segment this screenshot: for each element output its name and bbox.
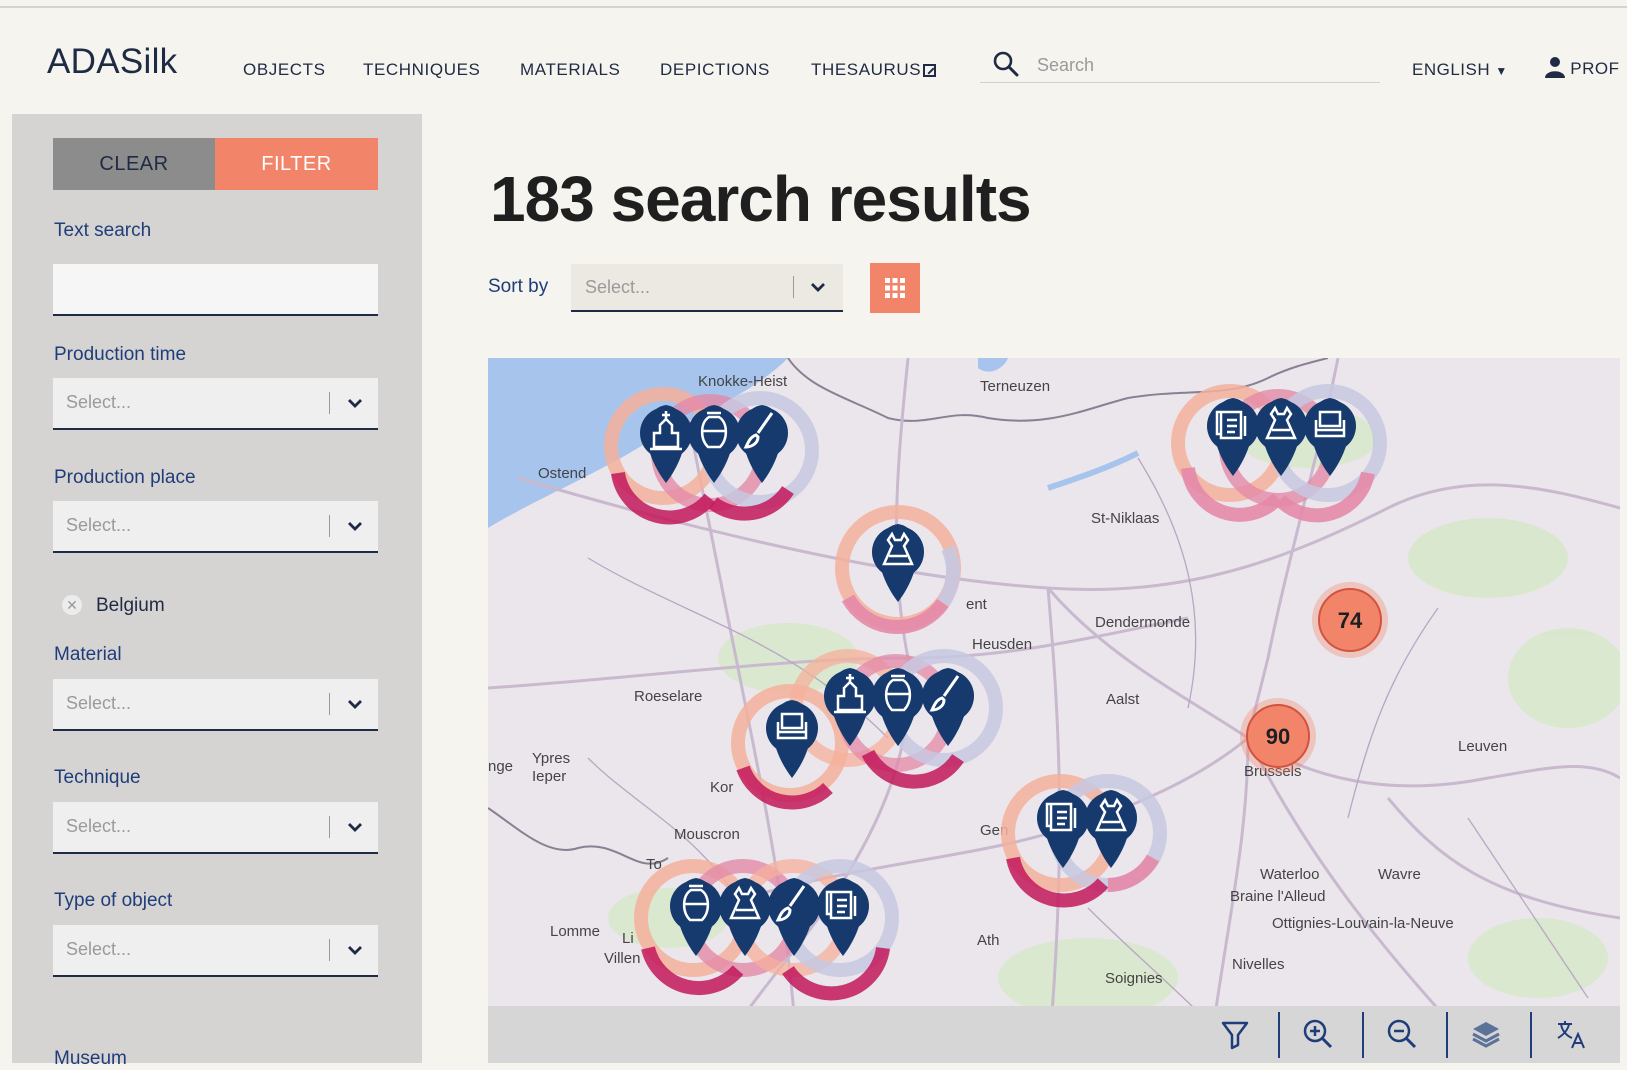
church-icon[interactable] [824, 668, 876, 746]
select-placeholder: Select... [66, 939, 132, 959]
language-select[interactable]: ENGLISH ▼ [1412, 60, 1508, 80]
dress-icon[interactable] [872, 524, 924, 602]
site-logo[interactable]: ADASilk [47, 42, 177, 82]
select-divider [329, 515, 330, 537]
translate-icon[interactable] [1550, 1014, 1590, 1054]
chevron-down-icon [348, 399, 362, 408]
production-place-select[interactable]: Select... [53, 501, 378, 553]
filter-icon[interactable] [1215, 1014, 1255, 1054]
sort-label: Sort by [488, 276, 549, 297]
dress-icon[interactable] [1085, 790, 1137, 868]
nav-thesaurus[interactable]: THESAURUS [811, 60, 937, 80]
vase-icon[interactable] [872, 668, 924, 746]
select-divider [329, 816, 330, 838]
vase-icon[interactable] [688, 405, 740, 483]
nav-materials[interactable]: MATERIALS [520, 60, 621, 80]
nav-objects[interactable]: OBJECTS [243, 60, 326, 80]
technique-label: Technique [54, 767, 141, 788]
select-divider [329, 939, 330, 961]
chevron-down-icon [811, 283, 825, 292]
dress-icon[interactable] [719, 878, 771, 956]
scroll-icon[interactable] [1207, 398, 1259, 476]
brush-icon[interactable] [736, 405, 788, 483]
dress-icon[interactable] [1255, 398, 1307, 476]
text-search-label: Text search [54, 220, 152, 241]
cluster-count-74[interactable]: 74 [1318, 588, 1382, 652]
armchair-icon[interactable] [1304, 398, 1356, 476]
nav-depictions[interactable]: DEPICTIONS [660, 60, 770, 80]
text-search-input[interactable] [53, 264, 378, 316]
map-toolbar [488, 1006, 1620, 1063]
toolbar-divider [1278, 1012, 1280, 1058]
grid-view-button[interactable] [870, 263, 920, 313]
search-input[interactable] [1035, 50, 1359, 80]
scroll-icon[interactable] [1037, 790, 1089, 868]
marker-cluster-south-east[interactable] [1001, 774, 1167, 908]
top-header: ADASilk OBJECTS TECHNIQUES MATERIALS DEP… [0, 8, 1627, 112]
remove-tag-icon[interactable]: ✕ [62, 595, 82, 615]
user-icon [1545, 57, 1565, 78]
brush-icon[interactable] [922, 668, 974, 746]
grid-icon [885, 278, 905, 298]
type-of-object-select[interactable]: Select... [53, 925, 378, 977]
zoom-out-icon[interactable] [1382, 1014, 1422, 1054]
profile-menu[interactable]: PROF [1545, 56, 1619, 79]
production-time-select[interactable]: Select... [53, 378, 378, 430]
church-icon[interactable] [640, 405, 692, 483]
toolbar-divider [1362, 1012, 1364, 1058]
toolbar-divider [1446, 1012, 1448, 1058]
production-place-label: Production place [54, 467, 196, 488]
museum-label: Museum [54, 1048, 127, 1069]
production-time-label: Production time [54, 344, 187, 365]
select-divider [329, 392, 330, 414]
chevron-down-icon [348, 823, 362, 832]
layers-icon[interactable] [1466, 1014, 1506, 1054]
scroll-icon[interactable] [817, 878, 869, 956]
filter-button[interactable]: FILTER [215, 138, 378, 190]
toolbar-divider [1530, 1012, 1532, 1058]
sort-select[interactable]: Select... [571, 264, 843, 312]
results-count-title: 183 search results [490, 163, 1032, 235]
chevron-down-icon [348, 522, 362, 531]
selected-place-tag: ✕ Belgium [62, 595, 165, 617]
selected-place-label: Belgium [96, 595, 165, 616]
material-select[interactable]: Select... [53, 679, 378, 731]
chevron-down-icon [348, 946, 362, 955]
filter-sidebar: CLEAR FILTER Text search Production time… [12, 114, 422, 1069]
external-link-icon [923, 64, 937, 77]
select-placeholder: Select... [66, 816, 132, 836]
cluster-count-90[interactable]: 90 [1246, 704, 1310, 768]
armchair-icon[interactable] [766, 700, 818, 778]
material-label: Material [54, 644, 122, 665]
zoom-in-icon[interactable] [1298, 1014, 1338, 1054]
chevron-down-icon [348, 700, 362, 709]
vase-icon[interactable] [670, 878, 722, 956]
caret-down-icon: ▼ [1495, 64, 1508, 78]
nav-thesaurus-label: THESAURUS [811, 60, 922, 79]
results-map[interactable]: Knokke-Heist Terneuzen Ostend St-Niklaas… [488, 358, 1620, 1063]
language-label: ENGLISH [1412, 60, 1491, 79]
select-placeholder: Select... [66, 515, 132, 535]
brush-icon[interactable] [768, 878, 820, 956]
select-divider [329, 693, 330, 715]
type-of-object-label: Type of object [54, 890, 173, 911]
technique-select[interactable]: Select... [53, 802, 378, 854]
header-search [980, 46, 1380, 83]
select-divider [793, 276, 794, 298]
search-icon[interactable] [992, 50, 1020, 78]
profile-label: PROF [1570, 59, 1620, 78]
nav-techniques[interactable]: TECHNIQUES [363, 60, 480, 80]
clear-button[interactable]: CLEAR [53, 138, 215, 190]
map-markers-layer [604, 384, 1387, 1001]
select-placeholder: Select... [66, 392, 132, 412]
select-placeholder: Select... [66, 693, 132, 713]
sort-placeholder: Select... [585, 277, 651, 297]
